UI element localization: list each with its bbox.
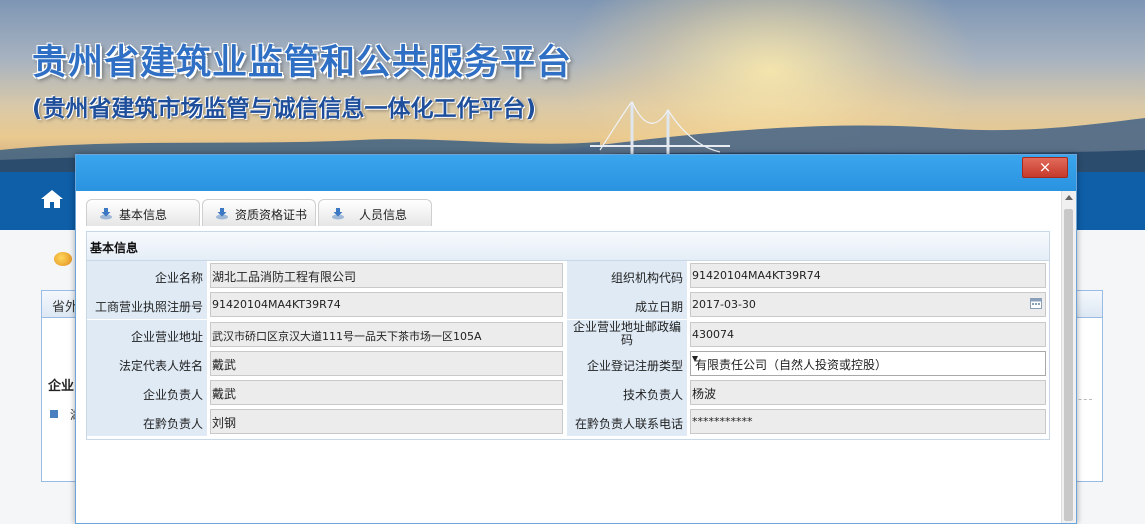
banner-title: 贵州省建筑业监管和公共服务平台 (32, 43, 573, 83)
postal-code-field[interactable]: 430074 (690, 322, 1046, 347)
guizhou-phone-label: 在黔负责人联系电话 (567, 407, 687, 436)
site-logo-icon (54, 252, 72, 266)
section-title: 基本信息 (90, 241, 139, 255)
dialog-titlebar[interactable]: × (76, 155, 1076, 191)
dialog-body: 基本信息 资质资格证书 人员信息 基本信息 企业名称 湖北工品消防工程有限公司 … (76, 191, 1062, 523)
basic-info-header: 基本信息 (87, 232, 1049, 261)
tab-label: 人员信息 (359, 208, 408, 222)
postal-code-label: 企业营业地址邮政编码 (567, 320, 687, 349)
business-address-label: 企业营业地址 (87, 320, 207, 349)
download-icon (216, 208, 228, 220)
established-date-field[interactable]: 2017-03-30 (690, 292, 1046, 317)
business-license-label: 工商营业执照注册号 (87, 290, 207, 319)
dialog-scrollbar[interactable] (1061, 191, 1076, 523)
list-bullet-icon (50, 410, 58, 418)
site-banner: 贵州省建筑业监管和公共服务平台 (贵州省建筑市场监管与诚信信息一体化工作平台) (0, 0, 1145, 172)
scroll-up-arrow-icon[interactable] (1065, 195, 1073, 200)
tab-qualification-certificates[interactable]: 资质资格证书 (202, 199, 316, 226)
scroll-thumb[interactable] (1064, 209, 1073, 521)
company-head-label: 企业负责人 (87, 378, 207, 407)
close-button[interactable]: × (1022, 157, 1068, 178)
company-name-label: 企业名称 (87, 261, 207, 290)
guizhou-head-label: 在黔负责人 (87, 407, 207, 436)
form-row: 法定代表人姓名 戴武 企业登记注册类型 有限责任公司（自然人投资或控股） (87, 349, 1049, 378)
business-address-field[interactable]: 武汉市硚口区京汉大道111号一品天下茶市场一区105A (210, 322, 563, 347)
tab-label: 基本信息 (119, 208, 168, 222)
company-name-field[interactable]: 湖北工品消防工程有限公司 (210, 263, 563, 288)
tech-head-field[interactable]: 杨波 (690, 380, 1046, 405)
tab-label: 资质资格证书 (235, 208, 308, 222)
form-row: 企业营业地址 武汉市硚口区京汉大道111号一品天下茶市场一区105A 企业营业地… (87, 320, 1049, 349)
legal-rep-label: 法定代表人姓名 (87, 349, 207, 378)
org-code-label: 组织机构代码 (567, 261, 687, 290)
guizhou-phone-field[interactable]: *********** (690, 409, 1046, 434)
company-head-field[interactable]: 戴武 (210, 380, 563, 405)
basic-info-section: 基本信息 企业名称 湖北工品消防工程有限公司 组织机构代码 91420104MA… (86, 231, 1050, 440)
company-detail-dialog: × 基本信息 资质资格证书 人员信息 基本信息 企业名称 湖北工品消防工程有限公… (75, 154, 1077, 524)
banner-landscape (0, 101, 1145, 172)
download-icon (100, 208, 112, 220)
home-icon[interactable] (40, 188, 64, 210)
form-row: 工商营业执照注册号 91420104MA4KT39R74 成立日期 2017-0… (87, 290, 1049, 319)
established-date-label: 成立日期 (567, 290, 687, 319)
download-icon (332, 208, 344, 220)
banner-subtitle: (贵州省建筑市场监管与诚信信息一体化工作平台) (32, 96, 537, 122)
guizhou-head-field[interactable]: 刘钢 (210, 409, 563, 434)
calendar-icon[interactable] (1030, 298, 1042, 309)
tab-personnel-info[interactable]: 人员信息 (318, 199, 432, 226)
form-row: 企业负责人 戴武 技术负责人 杨波 (87, 378, 1049, 407)
business-license-field[interactable]: 91420104MA4KT39R74 (210, 292, 563, 317)
form-row: 企业名称 湖北工品消防工程有限公司 组织机构代码 91420104MA4KT39… (87, 261, 1049, 290)
org-code-field[interactable]: 91420104MA4KT39R74 (690, 263, 1046, 288)
legal-rep-field[interactable]: 戴武 (210, 351, 563, 376)
tech-head-label: 技术负责人 (567, 378, 687, 407)
tab-basic-info[interactable]: 基本信息 (86, 199, 200, 226)
form-row: 在黔负责人 刘钢 在黔负责人联系电话 *********** (87, 407, 1049, 436)
registration-type-select[interactable]: 有限责任公司（自然人投资或控股） (690, 351, 1046, 376)
background-section-title: 企业 (48, 379, 75, 394)
chevron-down-icon (692, 356, 698, 362)
registration-type-label: 企业登记注册类型 (567, 349, 687, 378)
